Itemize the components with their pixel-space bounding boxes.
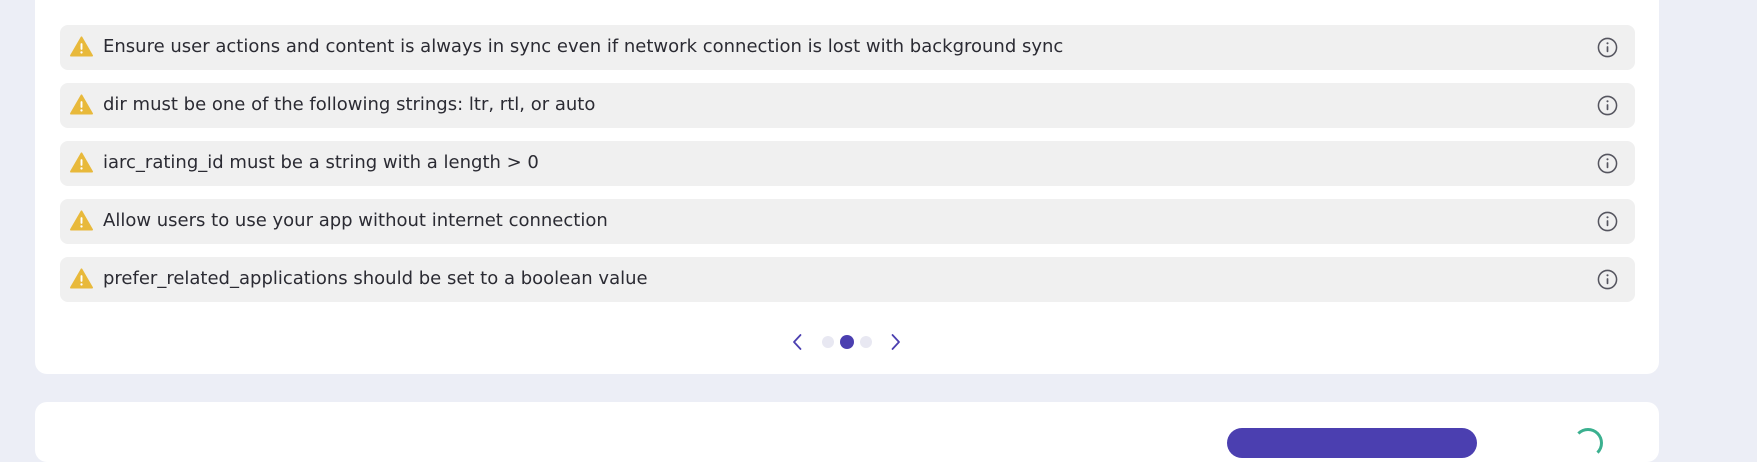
next-card [35, 402, 1659, 462]
warning-row: iarc_rating_id must be a string with a l… [60, 141, 1635, 186]
warning-row: Ensure user actions and content is alway… [60, 25, 1635, 70]
info-circle-icon[interactable] [1597, 269, 1618, 290]
warnings-card: Ensure user actions and content is alway… [35, 0, 1659, 374]
warning-text: dir must be one of the following strings… [103, 94, 596, 115]
warning-text: Allow users to use your app without inte… [103, 210, 608, 231]
chevron-right-icon[interactable] [885, 332, 905, 352]
primary-button[interactable] [1227, 428, 1477, 458]
info-circle-icon[interactable] [1597, 95, 1618, 116]
info-circle-icon[interactable] [1597, 37, 1618, 58]
warning-row: dir must be one of the following strings… [60, 83, 1635, 128]
info-circle-icon[interactable] [1597, 211, 1618, 232]
page-dot[interactable] [860, 336, 872, 348]
chevron-left-icon[interactable] [788, 332, 808, 352]
pagination [35, 330, 1659, 354]
warning-triangle-icon [70, 36, 93, 57]
warning-text: iarc_rating_id must be a string with a l… [103, 152, 539, 173]
warning-triangle-icon [70, 94, 93, 115]
warning-row: prefer_related_applications should be se… [60, 257, 1635, 302]
warning-text: prefer_related_applications should be se… [103, 268, 648, 289]
warning-text: Ensure user actions and content is alway… [103, 36, 1064, 57]
warning-triangle-icon [70, 152, 93, 173]
info-circle-icon[interactable] [1597, 153, 1618, 174]
page-dot[interactable] [822, 336, 834, 348]
page-dot-active[interactable] [840, 335, 854, 349]
warning-triangle-icon [70, 210, 93, 231]
warning-list: Ensure user actions and content is alway… [60, 25, 1635, 315]
warning-triangle-icon [70, 268, 93, 289]
progress-ring [1573, 428, 1603, 458]
warning-row: Allow users to use your app without inte… [60, 199, 1635, 244]
